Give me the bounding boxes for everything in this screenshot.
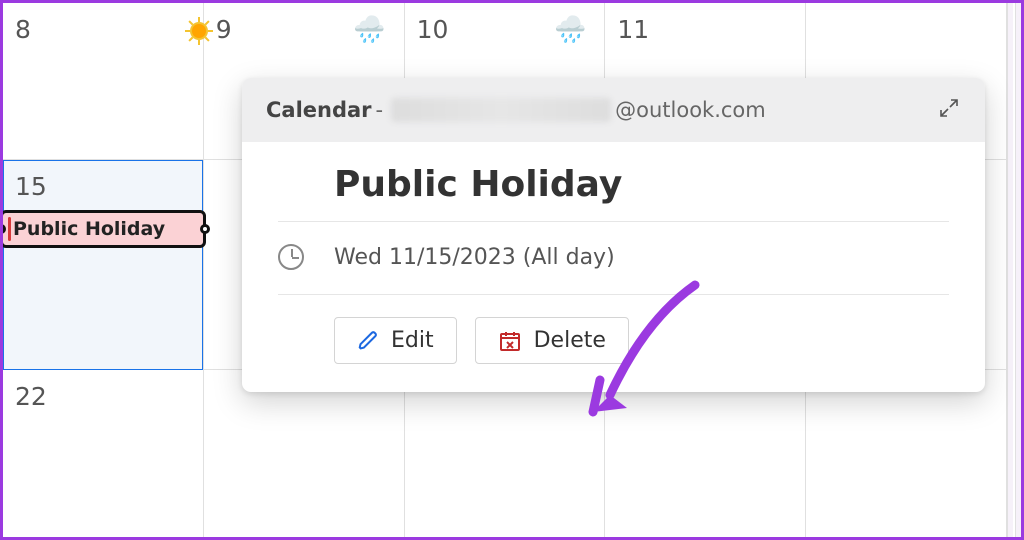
clock-icon	[278, 244, 304, 270]
expand-button[interactable]	[937, 96, 961, 124]
day-number: 9	[216, 15, 232, 44]
calendar-name: Calendar	[266, 98, 372, 122]
day-cell[interactable]	[405, 370, 605, 537]
event-datetime: Wed 11/15/2023 (All day)	[334, 245, 615, 270]
day-cell[interactable]	[605, 370, 805, 537]
divider	[278, 294, 949, 295]
event-label: Public Holiday	[13, 218, 165, 240]
email-redacted	[391, 98, 611, 122]
day-cell-15[interactable]: 15 Public Holiday	[3, 160, 203, 370]
email-domain: @outlook.com	[615, 98, 766, 122]
event-details-popup: Calendar - @outlook.com Public Holiday W…	[242, 78, 985, 392]
popup-header: Calendar - @outlook.com	[242, 78, 985, 142]
separator: -	[376, 98, 384, 122]
edit-label: Edit	[391, 328, 434, 353]
day-number: 22	[15, 382, 47, 411]
event-chip-public-holiday[interactable]: Public Holiday	[0, 210, 206, 248]
day-cell[interactable]	[806, 370, 1006, 537]
rain-icon: 🌧️	[353, 17, 385, 43]
edit-button[interactable]: Edit	[334, 317, 457, 364]
day-number: 10	[417, 15, 449, 44]
edge-strip	[1007, 3, 1021, 537]
resize-handle-left[interactable]	[0, 224, 6, 234]
pencil-icon	[357, 330, 379, 352]
divider	[278, 221, 949, 222]
day-number: 11	[617, 15, 649, 44]
rain-icon: 🌧️	[554, 17, 586, 43]
day-cell-8[interactable]: 8	[3, 3, 203, 160]
day-cell-22[interactable]: 22	[3, 370, 203, 537]
delete-button[interactable]: Delete	[475, 317, 629, 364]
delete-label: Delete	[534, 328, 606, 353]
day-number: 15	[15, 172, 47, 201]
day-cell[interactable]	[204, 370, 404, 537]
day-number: 8	[15, 15, 31, 44]
calendar-delete-icon	[498, 329, 522, 353]
event-title: Public Holiday	[334, 164, 949, 205]
